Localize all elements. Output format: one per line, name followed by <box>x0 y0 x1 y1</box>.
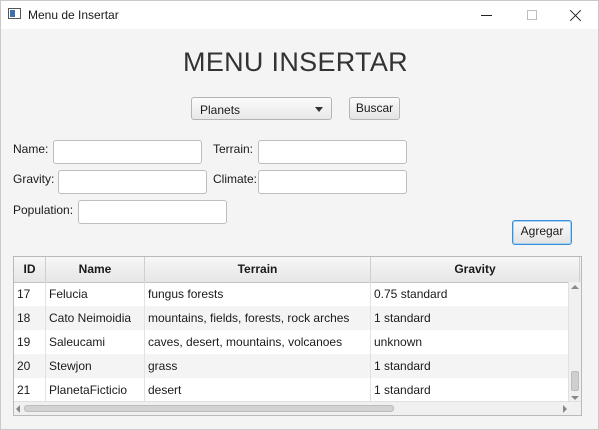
gravity-label: Gravity: <box>13 172 55 186</box>
cell-name: Saleucami <box>46 330 145 354</box>
cell-terrain: fungus forests <box>145 282 371 306</box>
cell-id: 21 <box>14 378 46 402</box>
column-header-name[interactable]: Name <box>46 257 145 282</box>
table-row[interactable]: 21 PlanetaFicticio desert 1 standard <box>14 378 570 402</box>
cell-gravity: 1 standard <box>371 306 570 330</box>
column-header-id[interactable]: ID <box>14 257 46 282</box>
vertical-scrollbar[interactable] <box>568 282 581 403</box>
cell-id: 19 <box>14 330 46 354</box>
entity-select-value: Planets <box>200 103 241 117</box>
name-input[interactable] <box>53 140 202 164</box>
horizontal-scroll-thumb[interactable] <box>24 405 394 412</box>
scroll-left-icon[interactable] <box>16 405 20 413</box>
maximize-button[interactable] <box>509 1 554 29</box>
column-header-gravity[interactable]: Gravity <box>371 257 580 282</box>
cell-id: 17 <box>14 282 46 306</box>
terrain-input[interactable] <box>258 140 407 164</box>
cell-terrain: mountains, fields, forests, rock arches <box>145 306 371 330</box>
page-title: MENU INSERTAR <box>183 47 408 77</box>
planets-table: ID Name Terrain Gravity 17 Felucia fungu… <box>13 256 582 416</box>
cell-terrain: desert <box>145 378 371 402</box>
horizontal-scrollbar[interactable] <box>14 401 581 415</box>
table-row[interactable]: 19 Saleucami caves, desert, mountains, v… <box>14 330 570 354</box>
search-button[interactable]: Buscar <box>349 97 400 120</box>
cell-gravity: unknown <box>371 330 570 354</box>
entity-select[interactable]: Planets <box>191 97 332 120</box>
terrain-label: Terrain: <box>213 142 254 156</box>
minimize-button[interactable] <box>464 1 509 29</box>
cell-gravity: 1 standard <box>371 354 570 378</box>
add-button[interactable]: Agregar <box>512 220 572 245</box>
close-icon <box>569 9 582 22</box>
table-row[interactable]: 17 Felucia fungus forests 0.75 standard <box>14 282 570 306</box>
cell-terrain: grass <box>145 354 371 378</box>
cell-terrain: caves, desert, mountains, volcanoes <box>145 330 371 354</box>
scroll-down-icon[interactable] <box>571 396 579 400</box>
gravity-input[interactable] <box>58 170 207 194</box>
title-bar[interactable]: Menu de Insertar <box>1 1 598 29</box>
scroll-up-icon[interactable] <box>571 285 579 289</box>
climate-label: Climate: <box>213 172 258 186</box>
population-input[interactable] <box>78 200 227 224</box>
cell-id: 20 <box>14 354 46 378</box>
vertical-scroll-thumb[interactable] <box>571 371 579 391</box>
cell-name: Stewjon <box>46 354 145 378</box>
column-header-terrain[interactable]: Terrain <box>145 257 371 282</box>
close-button[interactable] <box>553 1 598 29</box>
app-window: Menu de Insertar MENU INSERTAR Planets B… <box>0 0 599 430</box>
climate-input[interactable] <box>258 170 407 194</box>
cell-name: Cato Neimoidia <box>46 306 145 330</box>
chevron-down-icon <box>315 107 323 112</box>
minimize-icon <box>481 14 492 16</box>
scroll-right-icon[interactable] <box>563 405 567 413</box>
table-row[interactable]: 18 Cato Neimoidia mountains, fields, for… <box>14 306 570 330</box>
cell-name: Felucia <box>46 282 145 306</box>
population-label: Population: <box>13 203 74 217</box>
cell-gravity: 0.75 standard <box>371 282 570 306</box>
cell-name: PlanetaFicticio <box>46 378 145 402</box>
table-header: ID Name Terrain Gravity <box>14 257 581 283</box>
app-window-icon <box>8 8 21 19</box>
cell-gravity: 1 standard <box>371 378 570 402</box>
name-label: Name: <box>13 142 49 156</box>
cell-id: 18 <box>14 306 46 330</box>
table-row[interactable]: 20 Stewjon grass 1 standard <box>14 354 570 378</box>
maximize-icon <box>526 10 537 20</box>
window-title: Menu de Insertar <box>28 8 119 22</box>
